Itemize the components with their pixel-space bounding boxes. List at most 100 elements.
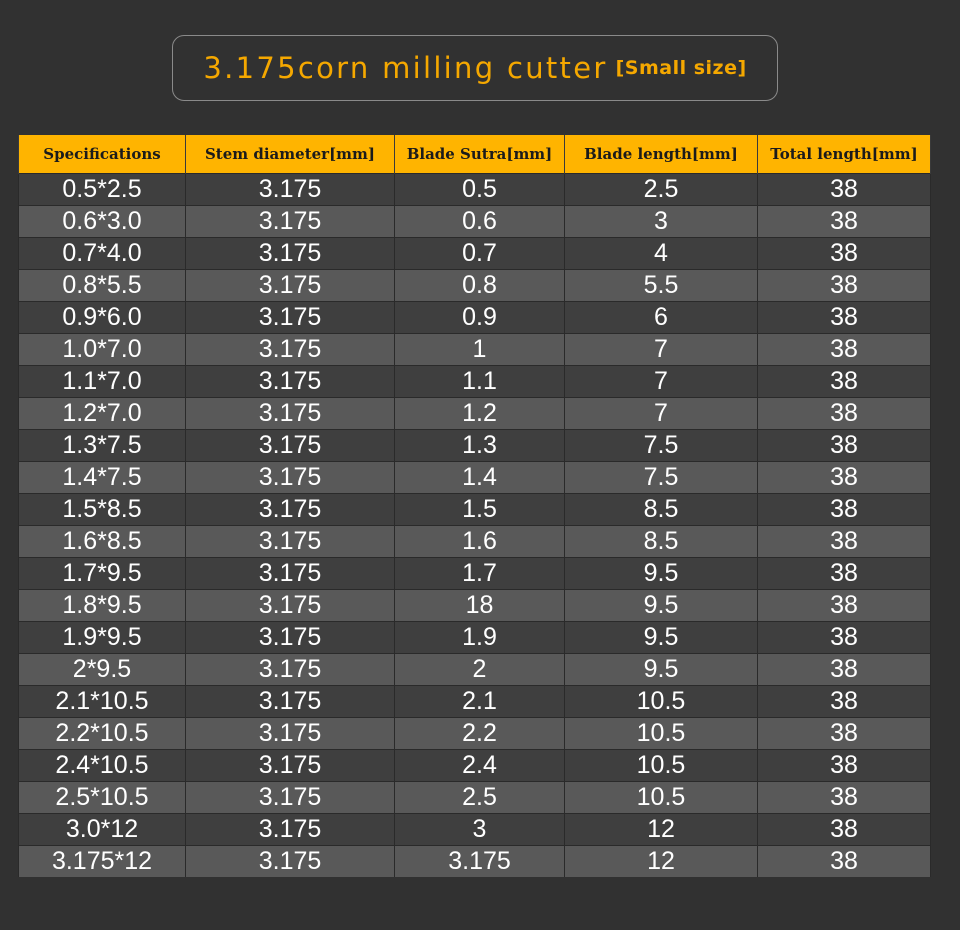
cell-stem-diameter: 3.175 [185,237,395,270]
table-row: 1.8*9.5 3.175 18 9.5 38 [18,589,931,622]
header-stem-diameter: Stem diameter[mm] [185,135,395,174]
cell-stem-diameter: 3.175 [185,589,395,622]
header-blade-sutra: Blade Sutra[mm] [394,135,565,174]
cell-total-length: 38 [757,365,931,398]
cell-blade-sutra: 0.8 [394,269,565,302]
cell-blade-length: 9.5 [564,621,758,654]
cell-blade-length: 7.5 [564,429,758,462]
table-row: 0.7*4.0 3.175 0.7 4 38 [18,237,931,270]
cell-total-length: 38 [757,397,931,430]
cell-total-length: 38 [757,749,931,782]
cell-blade-length: 10.5 [564,749,758,782]
table-row: 2.2*10.5 3.175 2.2 10.5 38 [18,717,931,750]
table-header-row: Specifications Stem diameter[mm] Blade S… [18,135,931,174]
cell-specification: 0.9*6.0 [18,301,186,334]
table-row: 0.5*2.5 3.175 0.5 2.5 38 [18,173,931,206]
cell-total-length: 38 [757,173,931,206]
cell-specification: 0.5*2.5 [18,173,186,206]
cell-total-length: 38 [757,269,931,302]
cell-total-length: 38 [757,461,931,494]
cell-total-length: 38 [757,813,931,846]
cell-total-length: 38 [757,717,931,750]
cell-specification: 1.6*8.5 [18,525,186,558]
cell-stem-diameter: 3.175 [185,781,395,814]
cell-blade-length: 2.5 [564,173,758,206]
cell-blade-sutra: 3 [394,813,565,846]
cell-specification: 1.3*7.5 [18,429,186,462]
page-title: 3.175corn milling cutter [203,51,608,85]
cell-total-length: 38 [757,653,931,686]
cell-blade-length: 9.5 [564,653,758,686]
cell-blade-sutra: 1.4 [394,461,565,494]
table-row: 0.6*3.0 3.175 0.6 3 38 [18,205,931,238]
table-row: 1.5*8.5 3.175 1.5 8.5 38 [18,493,931,526]
table-row: 1.7*9.5 3.175 1.7 9.5 38 [18,557,931,590]
cell-blade-length: 8.5 [564,525,758,558]
cell-blade-length: 5.5 [564,269,758,302]
cell-stem-diameter: 3.175 [185,365,395,398]
table-row: 2.5*10.5 3.175 2.5 10.5 38 [18,781,931,814]
table-row: 2.1*10.5 3.175 2.1 10.5 38 [18,685,931,718]
spec-table: Specifications Stem diameter[mm] Blade S… [18,135,931,877]
cell-total-length: 38 [757,557,931,590]
cell-stem-diameter: 3.175 [185,717,395,750]
header-specifications: Specifications [18,135,186,174]
table-body: 0.5*2.5 3.175 0.5 2.5 38 0.6*3.0 3.175 0.6 3 38 0.… [18,173,931,877]
cell-total-length: 38 [757,845,931,877]
table-row: 2*9.5 3.175 2 9.5 38 [18,653,931,686]
cell-blade-sutra: 1.2 [394,397,565,430]
cell-blade-sutra: 1.3 [394,429,565,462]
cell-stem-diameter: 3.175 [185,461,395,494]
cell-total-length: 38 [757,237,931,270]
cell-total-length: 38 [757,429,931,462]
title-banner: 3.175corn milling cutter [Small size] [172,35,778,101]
table-row: 1.1*7.0 3.175 1.1 7 38 [18,365,931,398]
cell-blade-sutra: 18 [394,589,565,622]
cell-specification: 1.4*7.5 [18,461,186,494]
cell-blade-sutra: 0.9 [394,301,565,334]
cell-stem-diameter: 3.175 [185,653,395,686]
cell-blade-sutra: 2.2 [394,717,565,750]
table-row: 3.0*12 3.175 3 12 38 [18,813,931,846]
cell-specification: 1.7*9.5 [18,557,186,590]
cell-stem-diameter: 3.175 [185,525,395,558]
cell-specification: 1.9*9.5 [18,621,186,654]
cell-specification: 0.8*5.5 [18,269,186,302]
page-subtitle: [Small size] [615,57,747,79]
cell-stem-diameter: 3.175 [185,621,395,654]
table-row: 1.6*8.5 3.175 1.6 8.5 38 [18,525,931,558]
table-row: 1.0*7.0 3.175 1 7 38 [18,333,931,366]
cell-blade-sutra: 1.1 [394,365,565,398]
cell-blade-sutra: 1.5 [394,493,565,526]
header-total-length: Total length[mm] [757,135,931,174]
cell-blade-length: 10.5 [564,781,758,814]
table-row: 2.4*10.5 3.175 2.4 10.5 38 [18,749,931,782]
cell-specification: 2.5*10.5 [18,781,186,814]
cell-stem-diameter: 3.175 [185,205,395,238]
table-row: 0.9*6.0 3.175 0.9 6 38 [18,301,931,334]
cell-blade-length: 12 [564,845,758,877]
cell-stem-diameter: 3.175 [185,557,395,590]
cell-specification: 2.4*10.5 [18,749,186,782]
cell-blade-sutra: 1.6 [394,525,565,558]
table-row: 1.4*7.5 3.175 1.4 7.5 38 [18,461,931,494]
cell-total-length: 38 [757,621,931,654]
cell-blade-length: 4 [564,237,758,270]
cell-total-length: 38 [757,781,931,814]
cell-blade-sutra: 0.5 [394,173,565,206]
table-row: 1.2*7.0 3.175 1.2 7 38 [18,397,931,430]
cell-blade-sutra: 3.175 [394,845,565,877]
cell-blade-length: 10.5 [564,717,758,750]
cell-specification: 3.175*12 [18,845,186,877]
cell-stem-diameter: 3.175 [185,269,395,302]
cell-specification: 0.6*3.0 [18,205,186,238]
cell-stem-diameter: 3.175 [185,493,395,526]
cell-blade-length: 9.5 [564,589,758,622]
table-row: 1.3*7.5 3.175 1.3 7.5 38 [18,429,931,462]
cell-blade-length: 7 [564,397,758,430]
cell-specification: 0.7*4.0 [18,237,186,270]
cell-specification: 1.0*7.0 [18,333,186,366]
cell-blade-length: 7.5 [564,461,758,494]
cell-stem-diameter: 3.175 [185,173,395,206]
cell-blade-length: 7 [564,333,758,366]
